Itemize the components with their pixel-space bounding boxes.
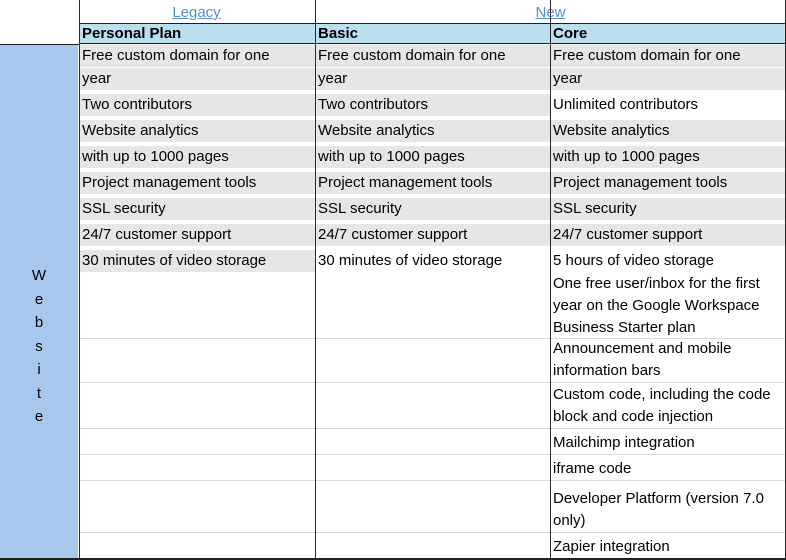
row-label-letter: t	[36, 384, 42, 402]
core-cell: Unlimited contributors	[553, 96, 699, 113]
personal-cell: year	[79, 68, 315, 90]
basic-cell: year	[315, 68, 550, 90]
row-label-letter: e	[34, 408, 44, 425]
core-cell: with up to 1000 pages	[550, 146, 786, 168]
core-cell: year	[550, 68, 786, 90]
basic-cell: Free custom domain for one	[315, 45, 550, 67]
header-basic: Basic	[315, 24, 550, 44]
basic-cell: with up to 1000 pages	[315, 146, 550, 168]
core-cell: 24/7 customer support	[550, 224, 786, 246]
core-cell: Project management tools	[550, 172, 786, 194]
spreadsheet: Legacy New Personal Plan Basic Core Webs…	[0, 0, 786, 560]
basic-cell: 30 minutes of video storage	[318, 252, 503, 269]
row-label-letter: b	[34, 314, 44, 331]
core-cell: 5 hours of video storage	[553, 252, 714, 269]
personal-cell: Project management tools	[79, 172, 315, 194]
personal-cell: Free custom domain for one	[79, 45, 315, 67]
core-cell: block and code injection	[553, 408, 714, 425]
basic-cell: Project management tools	[315, 172, 550, 194]
core-cell: One free user/inbox for the first	[553, 275, 760, 292]
group-header-row: Legacy New	[0, 0, 786, 24]
core-cell: Website analytics	[550, 120, 786, 142]
personal-cell: with up to 1000 pages	[79, 146, 315, 168]
basic-cell: Website analytics	[315, 120, 550, 142]
personal-cell: 24/7 customer support	[79, 224, 315, 246]
core-cell: year on the Google Workspace	[553, 297, 760, 314]
basic-cell: Two contributors	[315, 94, 550, 116]
core-cell: information bars	[553, 362, 661, 379]
personal-cell: 30 minutes of video storage	[79, 250, 315, 272]
personal-cell: Website analytics	[79, 120, 315, 142]
personal-cell: Two contributors	[79, 94, 315, 116]
basic-cell: SSL security	[315, 198, 550, 220]
header-core: Core	[550, 24, 786, 44]
row-label-letter: W	[31, 267, 47, 284]
row-label-letter: s	[35, 337, 43, 355]
core-cell: Business Starter plan	[553, 319, 696, 336]
core-cell: Custom code, including the code	[553, 386, 771, 403]
row-label-letter: i	[37, 361, 41, 378]
core-cell: SSL security	[550, 198, 786, 220]
row-label-letter: e	[34, 290, 44, 308]
core-cell: only)	[553, 512, 586, 529]
core-cell: Mailchimp integration	[553, 434, 695, 451]
header-personal-plan: Personal Plan	[79, 24, 315, 44]
core-cell: iframe code	[553, 460, 632, 477]
core-cell: Free custom domain for one	[550, 45, 786, 67]
basic-cell: 24/7 customer support	[315, 224, 550, 246]
core-cell: Zapier integration	[553, 538, 670, 555]
row-label-website: Website	[0, 45, 78, 560]
personal-cell: SSL security	[79, 198, 315, 220]
group-legacy[interactable]: Legacy	[79, 0, 314, 24]
core-cell: Announcement and mobile	[553, 340, 732, 357]
core-cell: Developer Platform (version 7.0	[553, 490, 764, 507]
